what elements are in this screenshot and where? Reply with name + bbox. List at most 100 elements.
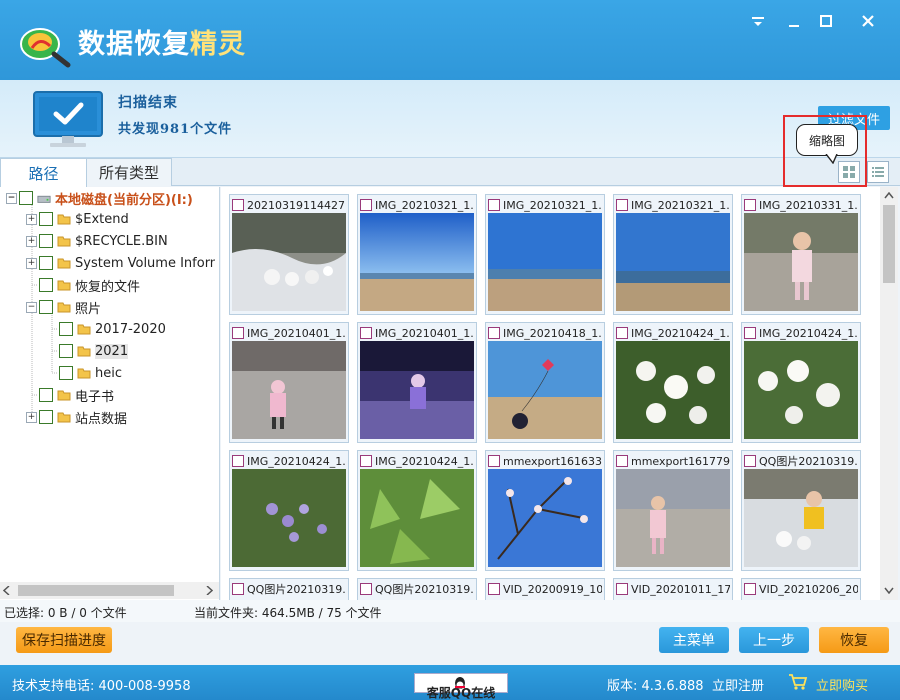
file-checkbox[interactable]: [488, 199, 500, 211]
register-link[interactable]: 立即注册: [712, 675, 764, 694]
thumbnail-card[interactable]: mmexport161633...: [485, 450, 605, 571]
previous-step-button[interactable]: 上一步: [739, 627, 809, 653]
file-checkbox[interactable]: [232, 583, 244, 595]
recover-button[interactable]: 恢复: [819, 627, 889, 653]
tree-item-heic[interactable]: heic: [59, 363, 122, 383]
thumbnail-card[interactable]: mmexport161779...: [613, 450, 733, 571]
tree-checkbox[interactable]: [39, 300, 53, 314]
file-checkbox[interactable]: [360, 327, 372, 339]
tree-item-recycle-bin[interactable]: + $RECYCLE.BIN: [26, 231, 168, 251]
close-button[interactable]: [854, 8, 882, 34]
tree-checkbox[interactable]: [39, 234, 53, 248]
magnifier-logo-icon: [20, 28, 71, 68]
save-scan-progress-button[interactable]: 保存扫描进度: [16, 627, 112, 653]
file-checkbox[interactable]: [360, 583, 372, 595]
minimize-button[interactable]: [780, 8, 808, 34]
collapse-toggle[interactable]: −: [6, 192, 17, 204]
file-checkbox[interactable]: [360, 455, 372, 467]
tree-item-extend[interactable]: + $Extend: [26, 209, 129, 229]
thumbnail-card[interactable]: IMG_20210424_1...: [229, 450, 349, 571]
scrollbar-thumb[interactable]: [18, 585, 174, 596]
thumbnail-card[interactable]: QQ图片20210319...: [357, 578, 477, 600]
scroll-left-icon[interactable]: [3, 586, 11, 595]
buy-now-link[interactable]: 立即购买: [816, 675, 868, 694]
tree-horizontal-scrollbar[interactable]: [0, 582, 219, 599]
tree-item-2021[interactable]: 2021: [59, 341, 129, 361]
file-checkbox[interactable]: [488, 455, 500, 467]
file-checkbox[interactable]: [360, 199, 372, 211]
photo-child-standing: [744, 213, 858, 311]
tree-checkbox[interactable]: [59, 322, 73, 336]
expand-toggle[interactable]: +: [26, 411, 37, 423]
collapse-toggle[interactable]: −: [26, 301, 37, 313]
file-checkbox[interactable]: [616, 327, 628, 339]
scan-status-text: 扫描结束: [118, 95, 178, 111]
file-checkbox[interactable]: [616, 455, 628, 467]
file-checkbox[interactable]: [232, 455, 244, 467]
maximize-button[interactable]: [812, 8, 840, 34]
thumbnail-card[interactable]: IMG_20210321_1...: [613, 194, 733, 315]
main-menu-button[interactable]: 主菜单: [659, 627, 729, 653]
expand-toggle[interactable]: +: [26, 257, 37, 269]
expand-toggle[interactable]: +: [26, 213, 37, 225]
scroll-down-icon[interactable]: [884, 587, 894, 594]
tree-checkbox[interactable]: [39, 410, 53, 424]
tree-checkbox[interactable]: [39, 256, 53, 270]
grid-vertical-scrollbar[interactable]: [880, 187, 898, 600]
file-checkbox[interactable]: [232, 199, 244, 211]
thumbnail-card[interactable]: QQ图片20210319...: [741, 450, 861, 571]
tree-item-system-volume-information[interactable]: + System Volume Information: [26, 253, 215, 273]
file-checkbox[interactable]: [616, 199, 628, 211]
thumbnail-card[interactable]: VID_20200919_10...: [485, 578, 605, 600]
tree-item-recovered-files[interactable]: 恢复的文件: [39, 275, 140, 295]
scroll-right-icon[interactable]: [205, 586, 213, 595]
tree-checkbox[interactable]: [39, 278, 53, 292]
thumbnail-card[interactable]: IMG_20210401_1...: [229, 322, 349, 443]
thumbnail-card[interactable]: IMG_20210424_1...: [741, 322, 861, 443]
list-view-button[interactable]: [867, 161, 889, 183]
thumbnail-card[interactable]: IMG_20210321_1...: [357, 194, 477, 315]
tree-item-site-data[interactable]: + 站点数据: [26, 407, 127, 427]
thumbnail-card[interactable]: VID_20210206_20...: [741, 578, 861, 600]
tab-all-types[interactable]: 所有类型: [86, 158, 172, 186]
thumbnail-card[interactable]: IMG_20210424_1...: [357, 450, 477, 571]
file-checkbox[interactable]: [488, 327, 500, 339]
view-tabs-bar: 路径 所有类型: [0, 158, 900, 187]
tab-path[interactable]: 路径: [0, 158, 87, 187]
tree-checkbox[interactable]: [59, 344, 73, 358]
file-checkbox[interactable]: [744, 327, 756, 339]
thumbnail-card[interactable]: VID_20201011_17...: [613, 578, 733, 600]
thumbnail-card[interactable]: QQ图片20210319...: [229, 578, 349, 600]
thumbnail-card[interactable]: 20210319114427.jpg: [229, 194, 349, 315]
file-name: IMG_20210424_1...: [247, 454, 346, 468]
thumbnail-card[interactable]: IMG_20210331_1...: [741, 194, 861, 315]
tree-checkbox[interactable]: [39, 388, 53, 402]
photo-sea: [488, 213, 602, 311]
thumbnail-card[interactable]: IMG_20210401_1...: [357, 322, 477, 443]
thumbnail-card[interactable]: IMG_20210418_1...: [485, 322, 605, 443]
scroll-up-icon[interactable]: [884, 192, 894, 199]
skin-dropdown-button[interactable]: [744, 8, 772, 34]
photo-child-plaza: [232, 341, 346, 439]
tree-item-local-disk[interactable]: − 本地磁盘(当前分区)(I:): [6, 188, 193, 208]
expand-toggle[interactable]: +: [26, 235, 37, 247]
tree-item-2017-2020[interactable]: 2017-2020: [59, 319, 166, 339]
file-checkbox[interactable]: [488, 583, 500, 595]
tree-checkbox[interactable]: [39, 212, 53, 226]
tree-checkbox[interactable]: [59, 366, 73, 380]
tree-checkbox[interactable]: [19, 191, 33, 205]
file-name: mmexport161779...: [631, 454, 730, 468]
tree-item-ebooks[interactable]: 电子书: [39, 385, 114, 405]
scrollbar-thumb[interactable]: [883, 205, 895, 283]
file-name: IMG_20210418_1...: [503, 326, 602, 340]
thumbnail-card[interactable]: IMG_20210424_1...: [613, 322, 733, 443]
file-checkbox[interactable]: [744, 583, 756, 595]
qq-online-service-button[interactable]: 客服QQ在线: [414, 673, 508, 700]
file-checkbox[interactable]: [616, 583, 628, 595]
file-checkbox[interactable]: [744, 199, 756, 211]
file-checkbox[interactable]: [744, 455, 756, 467]
thumbnail-card[interactable]: IMG_20210321_1...: [485, 194, 605, 315]
tree-item-photos[interactable]: − 照片: [26, 297, 101, 317]
file-name: QQ图片20210319...: [247, 583, 346, 596]
file-checkbox[interactable]: [232, 327, 244, 339]
